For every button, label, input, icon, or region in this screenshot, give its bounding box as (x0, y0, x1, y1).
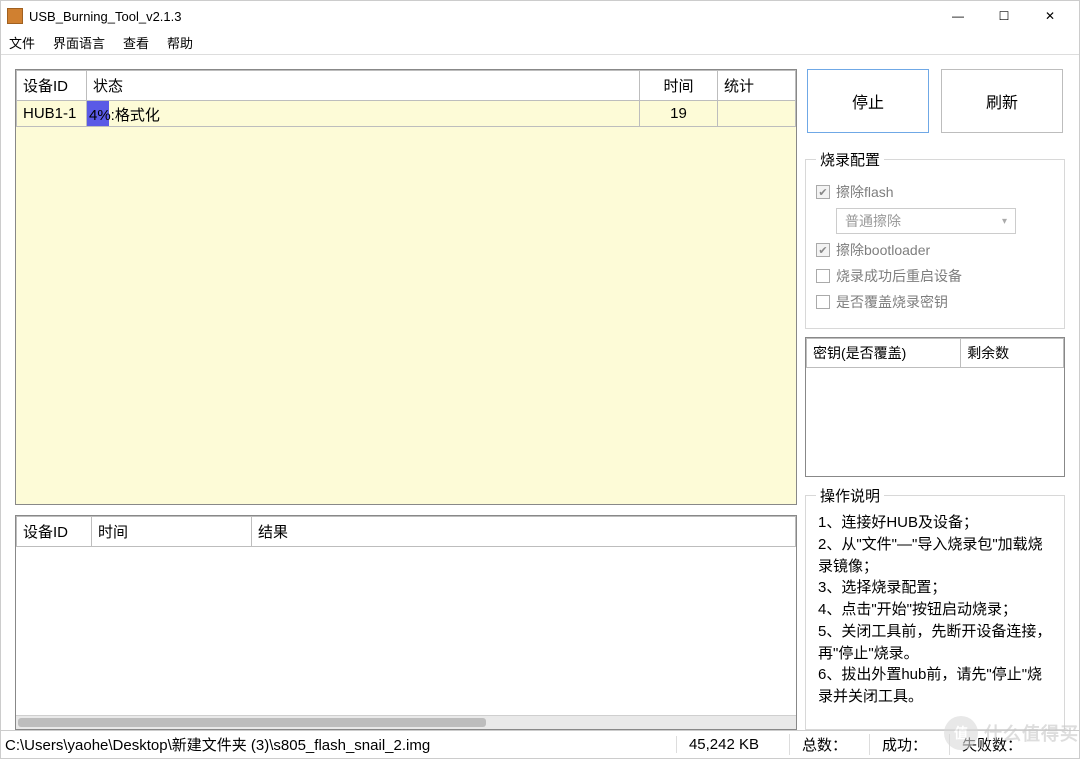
device-table-header-row: 设备ID 状态 时间 统计 (17, 71, 796, 101)
keys-col-key[interactable]: 密钥(是否覆盖) (807, 339, 961, 368)
device-table-row[interactable]: HUB1-1 4%:格式化 19 (17, 101, 796, 127)
help-step: 4、点击"开始"按钮启动烧录； (818, 599, 1052, 621)
status-file-size: 45,242 KB (676, 736, 789, 753)
status-total: 总数： (789, 734, 869, 755)
burn-config-legend: 烧录配置 (816, 149, 884, 170)
keys-table: 密钥(是否覆盖) 剩余数 (805, 337, 1065, 477)
help-legend: 操作说明 (816, 485, 884, 506)
erase-flash-label: 擦除flash (836, 182, 894, 202)
log-table-empty-area (16, 547, 796, 715)
menu-view[interactable]: 查看 (123, 33, 149, 52)
device-time-cell: 19 (640, 101, 718, 127)
scrollbar-thumb[interactable] (18, 718, 486, 727)
erase-flash-checkbox[interactable]: ✔ 擦除flash (816, 182, 1054, 202)
stop-button[interactable]: 停止 (807, 69, 929, 133)
col-time[interactable]: 时间 (640, 71, 718, 101)
checkbox-icon: ✔ (816, 243, 830, 257)
overwrite-key-label: 是否覆盖烧录密钥 (836, 292, 948, 312)
menu-file[interactable]: 文件 (9, 33, 35, 52)
keys-table-empty-area (806, 368, 1064, 476)
close-icon: ✕ (1045, 9, 1055, 23)
col-stats[interactable]: 统计 (718, 71, 796, 101)
help-step: 3、选择烧录配置； (818, 577, 1052, 599)
checkbox-icon: ✔ (816, 185, 830, 199)
maximize-icon: ☐ (999, 9, 1010, 23)
reboot-after-label: 烧录成功后重启设备 (836, 266, 962, 286)
close-button[interactable]: ✕ (1027, 2, 1073, 30)
refresh-button[interactable]: 刷新 (941, 69, 1063, 133)
col-status[interactable]: 状态 (87, 71, 640, 101)
erase-flash-mode-value: 普通擦除 (845, 211, 901, 231)
erase-bootloader-label: 擦除bootloader (836, 240, 930, 260)
keys-col-left[interactable]: 剩余数 (961, 339, 1064, 368)
menubar: 文件 界面语言 查看 帮助 (1, 31, 1079, 55)
titlebar: USB_Burning_Tool_v2.1.3 — ☐ ✕ (1, 1, 1079, 31)
col-device-id[interactable]: 设备ID (17, 71, 87, 101)
burn-config-group: 烧录配置 ✔ 擦除flash 普通擦除 ▾ ✔ 擦除bootloader (805, 149, 1065, 329)
checkbox-icon (816, 269, 830, 283)
log-col-result[interactable]: 结果 (252, 517, 796, 547)
chevron-down-icon: ▾ (1002, 216, 1007, 227)
app-icon (7, 8, 23, 24)
log-col-time[interactable]: 时间 (92, 517, 252, 547)
minimize-button[interactable]: — (935, 2, 981, 30)
device-stats-cell (718, 101, 796, 127)
maximize-button[interactable]: ☐ (981, 2, 1027, 30)
status-success: 成功： (869, 734, 949, 755)
minimize-icon: — (952, 9, 964, 23)
log-table: 设备ID 时间 结果 (15, 515, 797, 730)
menu-language[interactable]: 界面语言 (53, 33, 105, 52)
device-id-cell: HUB1-1 (17, 101, 87, 127)
horizontal-scrollbar[interactable] (16, 715, 796, 729)
device-table-empty-area (16, 127, 796, 504)
reboot-after-checkbox[interactable]: 烧录成功后重启设备 (816, 266, 1054, 286)
status-file-path: C:\Users\yaohe\Desktop\新建文件夹 (3)\s805_fl… (1, 734, 676, 755)
status-fail: 失败数： (949, 734, 1079, 755)
device-status-text: 4%:格式化 (89, 104, 160, 125)
help-step: 2、从"文件"—"导入烧录包"加载烧录镜像； (818, 534, 1052, 578)
help-step: 1、连接好HUB及设备； (818, 512, 1052, 534)
menu-help[interactable]: 帮助 (167, 33, 193, 52)
statusbar: C:\Users\yaohe\Desktop\新建文件夹 (3)\s805_fl… (1, 730, 1079, 758)
window-title: USB_Burning_Tool_v2.1.3 (29, 9, 182, 24)
help-step: 6、拔出外置hub前，请先"停止"烧录并关闭工具。 (818, 664, 1052, 708)
erase-bootloader-checkbox[interactable]: ✔ 擦除bootloader (816, 240, 1054, 260)
device-status-cell: 4%:格式化 (87, 101, 640, 127)
overwrite-key-checkbox[interactable]: 是否覆盖烧录密钥 (816, 292, 1054, 312)
checkbox-icon (816, 295, 830, 309)
erase-flash-mode-select[interactable]: 普通擦除 ▾ (836, 208, 1016, 234)
help-text: 1、连接好HUB及设备； 2、从"文件"—"导入烧录包"加载烧录镜像； 3、选择… (816, 512, 1054, 708)
help-step: 5、关闭工具前，先断开设备连接，再"停止"烧录。 (818, 621, 1052, 665)
log-col-device-id[interactable]: 设备ID (17, 517, 92, 547)
device-table: 设备ID 状态 时间 统计 HUB1-1 4%:格式 (15, 69, 797, 505)
help-group: 操作说明 1、连接好HUB及设备； 2、从"文件"—"导入烧录包"加载烧录镜像；… (805, 485, 1065, 730)
log-table-header-row: 设备ID 时间 结果 (17, 517, 796, 547)
